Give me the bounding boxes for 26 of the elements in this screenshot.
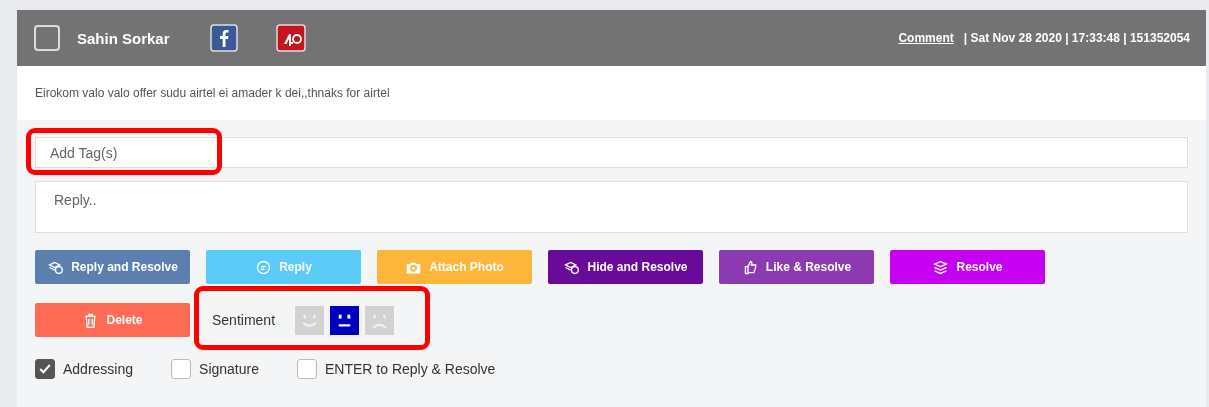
comment-link[interactable]: Comment — [898, 31, 954, 45]
neutral-face-icon[interactable] — [330, 305, 360, 335]
message-text: Eirokom valo valo offer sudu airtel ei amader k dei,,thnaks for airtel — [35, 86, 390, 100]
layers-icon — [932, 258, 950, 276]
option-checkbox[interactable] — [297, 359, 317, 379]
chat-bubble-icon — [255, 258, 273, 276]
reply-input[interactable]: Reply.. — [35, 181, 1188, 233]
author-name: Sahin Sorkar — [77, 29, 170, 47]
select-checkbox[interactable] — [34, 25, 60, 51]
tag-input[interactable]: Add Tag(s) — [35, 137, 1188, 168]
option-label: Addressing — [63, 361, 134, 377]
action-button[interactable]: Like & Resolve — [719, 250, 874, 284]
network-logo-icon — [275, 24, 306, 52]
facebook-icon — [209, 24, 238, 52]
sad-face-icon[interactable] — [365, 305, 395, 335]
delete-button[interactable]: Delete — [35, 303, 190, 337]
option-checkbox[interactable] — [35, 359, 55, 379]
option-checkbox[interactable] — [171, 359, 192, 379]
option-label: Signature — [199, 361, 259, 377]
action-button[interactable]: Hide and Resolve — [548, 250, 703, 284]
happy-face-icon[interactable] — [295, 305, 325, 335]
post-meta: | Sat Nov 28 2020 | 17:33:48 | 151352054 — [963, 31, 1190, 45]
sentiment-label: Sentiment — [212, 312, 276, 328]
action-button[interactable]: Resolve — [890, 250, 1045, 284]
action-button[interactable]: Reply and Resolve — [35, 250, 190, 284]
option-label: ENTER to Reply & Resolve — [325, 361, 496, 377]
